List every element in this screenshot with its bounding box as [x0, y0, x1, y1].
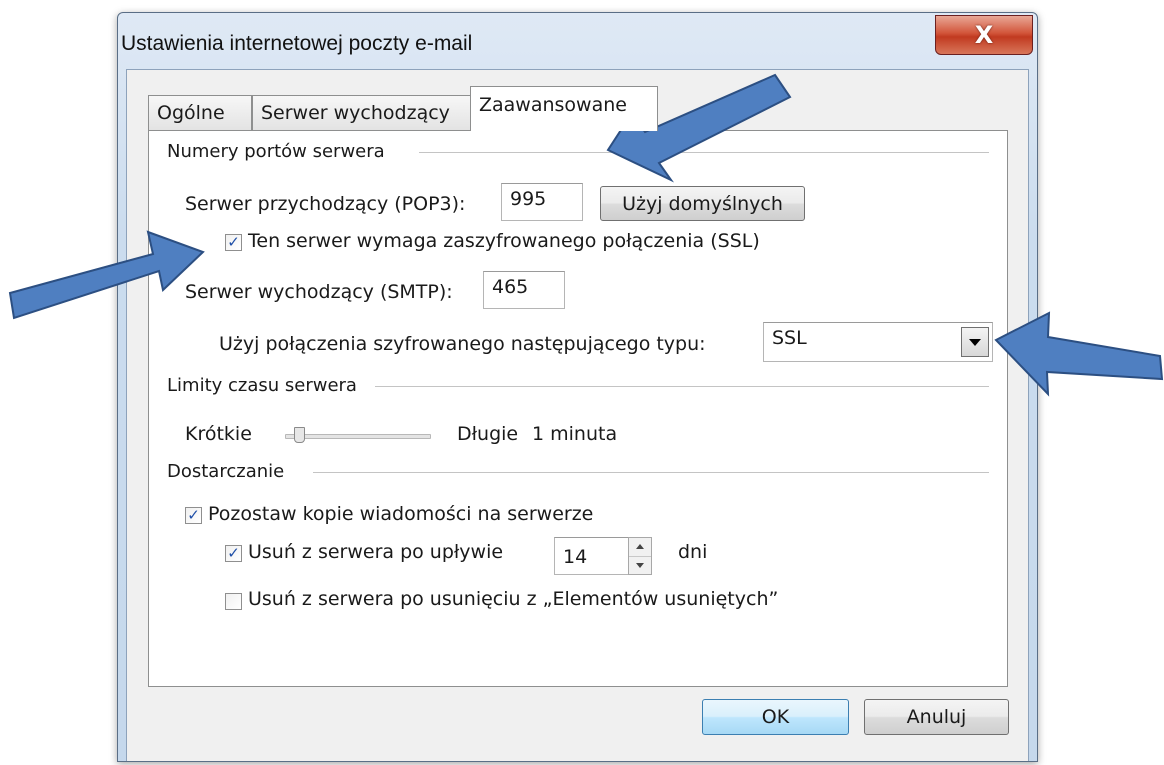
close-icon: X	[974, 21, 994, 49]
ok-button[interactable]: OK	[702, 699, 849, 735]
tab-outgoing-server-label: Serwer wychodzący	[261, 102, 450, 124]
spinner-up-button[interactable]	[629, 538, 651, 557]
days-spinner[interactable]	[628, 537, 652, 575]
ssl-checkbox-label: Ten serwer wymaga zaszyfrowanego połącze…	[248, 230, 760, 252]
settings-dialog: Ustawienia internetowej poczty e-mail X …	[117, 12, 1038, 762]
timeout-slider-track[interactable]	[285, 434, 431, 439]
incoming-port-input[interactable]: 995	[501, 183, 583, 221]
leave-copy-checkbox[interactable]: ✓	[185, 507, 202, 524]
delivery-group-divider	[313, 472, 989, 473]
chevron-down-icon	[969, 338, 981, 346]
cancel-button[interactable]: Anuluj	[864, 699, 1009, 735]
remove-after-days-input[interactable]: 14	[554, 537, 632, 575]
chevron-up-icon	[636, 544, 644, 550]
use-defaults-button[interactable]: Użyj domyślnych	[600, 186, 805, 221]
days-unit-label: dni	[678, 541, 708, 563]
title-bar[interactable]: Ustawienia internetowej poczty e-mail X	[118, 13, 1037, 69]
ports-group-label: Numery portów serwera	[167, 141, 391, 162]
ssl-checkbox[interactable]: ✓	[225, 234, 242, 251]
checkmark-icon: ✓	[227, 233, 240, 251]
tab-advanced[interactable]: Zaawansowane	[470, 86, 658, 131]
chevron-down-icon	[636, 562, 644, 568]
remove-deleted-label: Usuń z serwera po usunięciu z „Elementów…	[248, 588, 779, 610]
timeouts-group-divider	[375, 386, 989, 387]
remove-after-checkbox[interactable]: ✓	[225, 545, 242, 562]
tab-general[interactable]: Ogólne	[148, 95, 252, 130]
spinner-down-button[interactable]	[629, 557, 651, 575]
tab-advanced-label: Zaawansowane	[479, 94, 627, 116]
dialog-client-area: Ogólne Serwer wychodzący Zaawansowane Nu…	[126, 69, 1029, 761]
encryption-type-select[interactable]: SSL	[763, 322, 993, 362]
outgoing-port-input[interactable]: 465	[483, 271, 565, 309]
tab-general-label: Ogólne	[157, 102, 225, 124]
delivery-group-label: Dostarczanie	[167, 461, 291, 482]
outgoing-port-label: Serwer wychodzący (SMTP):	[185, 281, 453, 303]
ports-group-divider	[419, 152, 989, 153]
incoming-port-label: Serwer przychodzący (POP3):	[185, 193, 466, 215]
window-title: Ustawienia internetowej poczty e-mail	[121, 32, 473, 55]
encryption-type-value: SSL	[772, 327, 807, 349]
leave-copy-label: Pozostaw kopie wiadomości na serwerze	[208, 503, 594, 525]
remove-deleted-checkbox[interactable]	[225, 593, 242, 610]
timeout-value-label: 1 minuta	[532, 423, 618, 445]
timeout-slider-thumb[interactable]	[294, 427, 306, 443]
timeouts-group-label: Limity czasu serwera	[167, 375, 363, 396]
checkmark-icon: ✓	[227, 544, 240, 562]
close-button[interactable]: X	[935, 15, 1033, 55]
remove-after-label: Usuń z serwera po upływie	[248, 541, 504, 563]
checkmark-icon: ✓	[187, 506, 200, 524]
tab-outgoing-server[interactable]: Serwer wychodzący	[252, 95, 471, 130]
advanced-tab-panel: Numery portów serwera Serwer przychodząc…	[148, 130, 1008, 687]
timeout-long-label: Długie	[457, 423, 519, 445]
timeout-short-label: Krótkie	[185, 423, 252, 445]
encryption-type-label: Użyj połączenia szyfrowanego następujące…	[219, 333, 706, 355]
encryption-type-dropdown-button[interactable]	[961, 327, 989, 357]
